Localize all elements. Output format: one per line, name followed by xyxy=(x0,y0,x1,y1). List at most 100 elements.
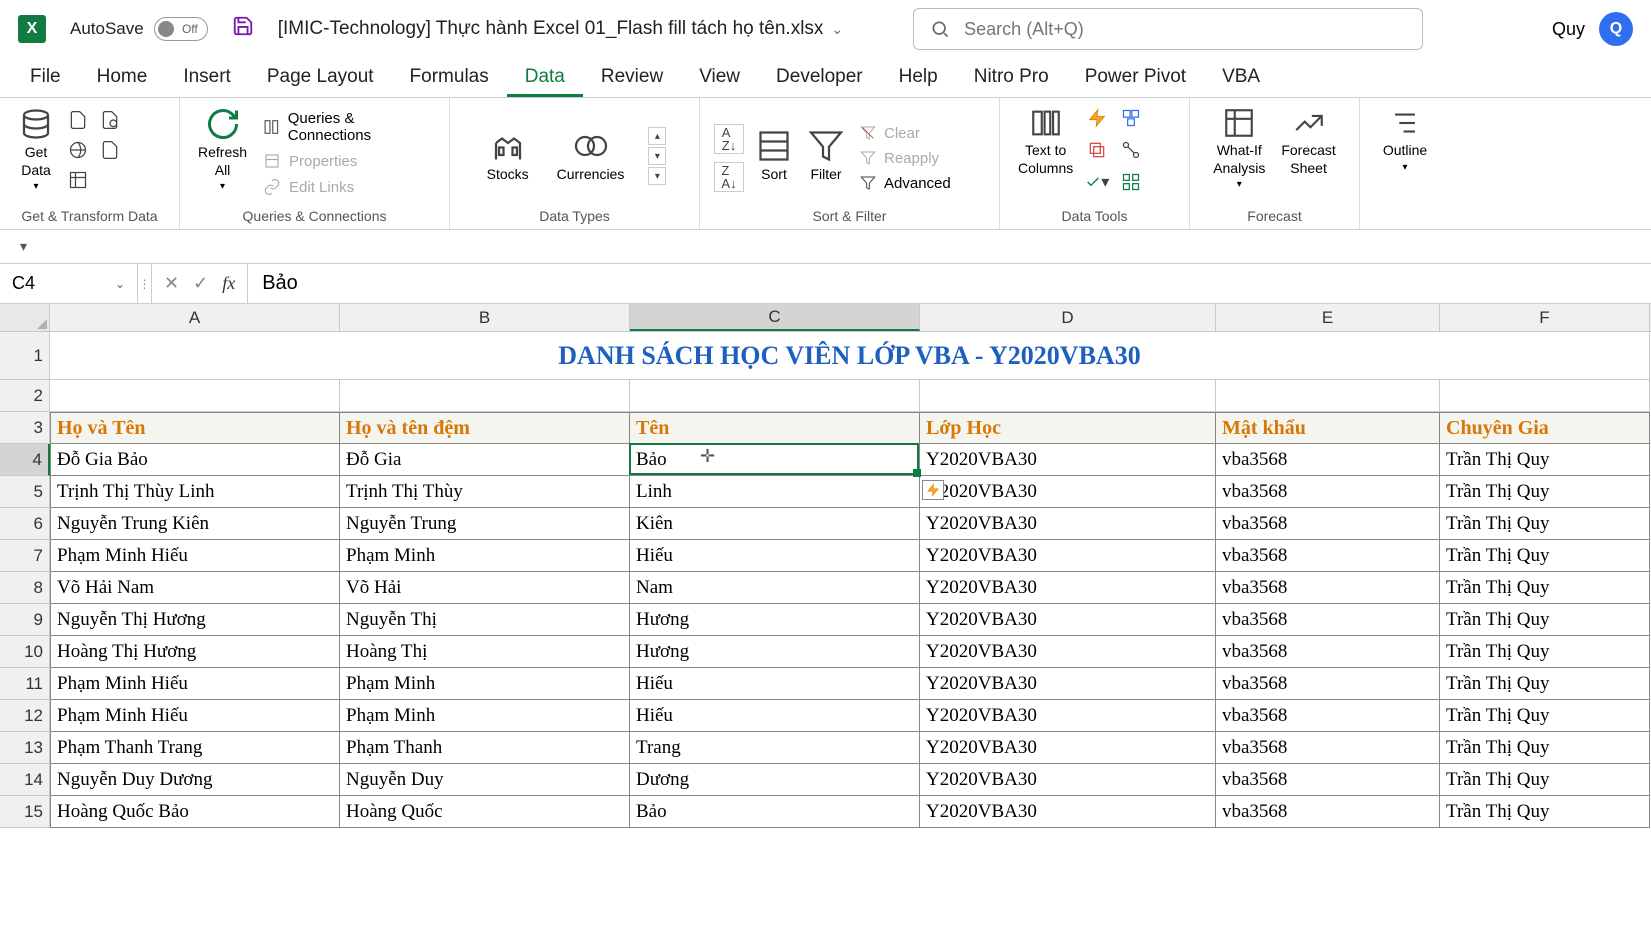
tab-formulas[interactable]: Formulas xyxy=(392,58,507,97)
from-text-csv-icon[interactable] xyxy=(66,108,90,132)
cell[interactable]: Y2020VBA30 xyxy=(920,732,1216,764)
forecast-sheet-button[interactable]: Forecast Sheet xyxy=(1277,104,1339,179)
tab-home[interactable]: Home xyxy=(79,58,166,97)
sort-desc-icon[interactable]: ZA↓ xyxy=(714,162,744,192)
cell[interactable]: Hoàng Quốc xyxy=(340,796,630,828)
cell[interactable]: Trang xyxy=(630,732,920,764)
currencies-button[interactable]: Currencies xyxy=(553,126,629,186)
cell[interactable]: Phạm Minh Hiếu xyxy=(50,700,340,732)
column-header-B[interactable]: B xyxy=(340,304,630,331)
data-validation-icon[interactable]: ▾ xyxy=(1085,170,1109,194)
cell[interactable]: Y2020VBA30 xyxy=(920,636,1216,668)
cell[interactable]: Võ Hải xyxy=(340,572,630,604)
cell[interactable]: Nguyễn Thị xyxy=(340,604,630,636)
row-header-1[interactable]: 1 xyxy=(0,332,50,380)
manage-data-model-icon[interactable] xyxy=(1119,170,1143,194)
name-box[interactable]: C4 ⌄ xyxy=(0,264,138,303)
search-box[interactable] xyxy=(913,8,1423,50)
table-header[interactable]: Họ và tên đệm xyxy=(340,412,630,444)
formula-input[interactable]: Bảo xyxy=(248,272,1651,295)
row-header-9[interactable]: 9 xyxy=(0,604,50,636)
cell[interactable]: Y2020VBA30 xyxy=(920,668,1216,700)
remove-duplicates-icon[interactable] xyxy=(1085,138,1109,162)
cell[interactable]: vba3568 xyxy=(1216,796,1440,828)
cell[interactable] xyxy=(340,380,630,412)
filename[interactable]: [IMIC-Technology] Thực hành Excel 01_Fla… xyxy=(278,18,824,40)
cell[interactable] xyxy=(630,380,920,412)
cell[interactable]: vba3568 xyxy=(1216,476,1440,508)
cell[interactable]: Phạm Minh Hiếu xyxy=(50,540,340,572)
cell[interactable]: Trần Thị Quy xyxy=(1440,700,1650,732)
cell[interactable]: Trần Thị Quy xyxy=(1440,444,1650,476)
search-input[interactable] xyxy=(964,19,1406,40)
table-header[interactable]: Họ và Tên xyxy=(50,412,340,444)
cell[interactable] xyxy=(1440,380,1650,412)
filter-button[interactable]: Filter xyxy=(804,126,848,186)
row-header-8[interactable]: 8 xyxy=(0,572,50,604)
cell[interactable]: Đỗ Gia Bảo xyxy=(50,444,340,476)
row-header-10[interactable]: 10 xyxy=(0,636,50,668)
cell[interactable]: Nguyễn Duy xyxy=(340,764,630,796)
row-header-12[interactable]: 12 xyxy=(0,700,50,732)
cell[interactable] xyxy=(50,380,340,412)
cell[interactable]: Y2020VBA30 xyxy=(920,700,1216,732)
outline-button[interactable]: Outline ▾ xyxy=(1379,104,1431,176)
cell[interactable]: Phạm Thanh xyxy=(340,732,630,764)
cell[interactable]: vba3568 xyxy=(1216,636,1440,668)
cell[interactable]: Bảo xyxy=(630,444,920,476)
cell[interactable]: Trần Thị Quy xyxy=(1440,572,1650,604)
autosave-toggle[interactable]: AutoSave Off xyxy=(70,17,208,41)
column-header-D[interactable]: D xyxy=(920,304,1216,331)
tab-insert[interactable]: Insert xyxy=(165,58,249,97)
cell[interactable]: Nguyễn Trung xyxy=(340,508,630,540)
cell[interactable]: Trần Thị Quy xyxy=(1440,796,1650,828)
cell[interactable]: Trần Thị Quy xyxy=(1440,668,1650,700)
cell[interactable]: Trịnh Thị Thùy xyxy=(340,476,630,508)
cell[interactable]: Trần Thị Quy xyxy=(1440,540,1650,572)
data-type-nav-down-icon[interactable]: ▾ xyxy=(648,147,666,165)
filename-dropdown-icon[interactable]: ⌄ xyxy=(831,21,843,38)
excel-app-icon[interactable]: X xyxy=(18,15,46,43)
relationships-icon[interactable] xyxy=(1119,138,1143,162)
tab-page-layout[interactable]: Page Layout xyxy=(249,58,392,97)
cell[interactable]: Hương xyxy=(630,636,920,668)
tab-data[interactable]: Data xyxy=(507,58,583,97)
cell[interactable]: Nguyễn Duy Dương xyxy=(50,764,340,796)
cell[interactable]: vba3568 xyxy=(1216,508,1440,540)
column-header-F[interactable]: F xyxy=(1440,304,1650,331)
cell[interactable]: Y2020VBA30 xyxy=(920,572,1216,604)
column-header-A[interactable]: A xyxy=(50,304,340,331)
flash-fill-options-tag[interactable] xyxy=(922,480,944,500)
recent-sources-icon[interactable] xyxy=(98,108,122,132)
sheet-title[interactable]: DANH SÁCH HỌC VIÊN LỚP VBA - Y2020VBA30 xyxy=(50,332,1650,380)
cell[interactable] xyxy=(920,380,1216,412)
row-header-4[interactable]: 4 xyxy=(0,444,50,476)
cell[interactable]: vba3568 xyxy=(1216,444,1440,476)
ribbon-collapse-icon[interactable]: ▾ xyxy=(20,238,27,255)
existing-connections-icon[interactable] xyxy=(98,138,122,162)
consolidate-icon[interactable] xyxy=(1119,106,1143,130)
row-header-5[interactable]: 5 xyxy=(0,476,50,508)
advanced-filter-button[interactable]: Advanced xyxy=(856,173,955,194)
select-all-corner[interactable] xyxy=(0,304,50,331)
cell[interactable]: Y2020VBA30 xyxy=(920,604,1216,636)
data-type-nav-up-icon[interactable]: ▴ xyxy=(648,127,666,145)
cell[interactable]: Võ Hải Nam xyxy=(50,572,340,604)
cell[interactable]: Y2020VBA30 xyxy=(920,444,1216,476)
sort-button[interactable]: Sort xyxy=(752,126,796,186)
queries-connections-button[interactable]: Queries & Connections xyxy=(259,108,435,146)
cell[interactable]: Hoàng Thị Hương xyxy=(50,636,340,668)
cell[interactable]: Y2020VBA30 xyxy=(920,508,1216,540)
toggle-switch[interactable]: Off xyxy=(154,17,208,41)
data-type-gallery-icon[interactable]: ▾ xyxy=(648,167,666,185)
cell[interactable]: Trần Thị Quy xyxy=(1440,636,1650,668)
table-header[interactable]: Mật khẩu xyxy=(1216,412,1440,444)
refresh-all-button[interactable]: Refresh All ▾ xyxy=(194,104,251,196)
cell[interactable]: Trần Thị Quy xyxy=(1440,604,1650,636)
cell[interactable]: Đỗ Gia xyxy=(340,444,630,476)
row-header-11[interactable]: 11 xyxy=(0,668,50,700)
cell[interactable] xyxy=(1216,380,1440,412)
cell[interactable]: Nguyễn Trung Kiên xyxy=(50,508,340,540)
table-header[interactable]: Tên xyxy=(630,412,920,444)
spreadsheet[interactable]: ABCDEF 123456789101112131415 DANH SÁCH H… xyxy=(0,304,1651,828)
